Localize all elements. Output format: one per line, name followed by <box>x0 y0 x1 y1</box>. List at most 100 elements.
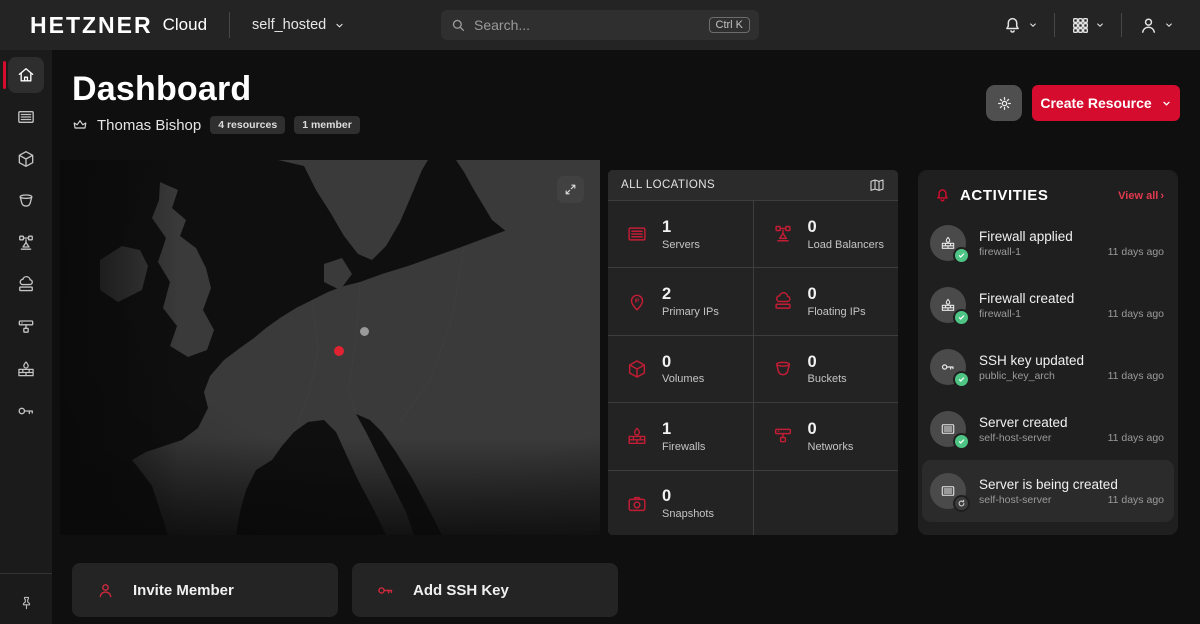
counter-label: Floating IPs <box>808 306 866 318</box>
counter-label: Networks <box>808 441 854 453</box>
server-icon <box>940 421 956 437</box>
counter-primary-ips[interactable]: IP 2Primary IPs <box>608 268 753 334</box>
activity-title: SSH key updated <box>979 353 1164 368</box>
view-all-link[interactable]: View all › <box>1118 190 1164 202</box>
global-search[interactable]: Ctrl K <box>441 10 759 40</box>
search-icon <box>450 17 466 33</box>
map-marker[interactable] <box>360 327 369 336</box>
topbar: HETZNER Cloud self_hosted Ctrl K <box>0 0 1200 50</box>
sidebar-item-ssh-keys[interactable] <box>8 393 44 429</box>
activity-target: public_key_arch <box>979 370 1055 382</box>
key-icon <box>940 359 956 375</box>
activity-item[interactable]: SSH key updated public_key_arch 11 days … <box>918 336 1178 398</box>
sidebar <box>0 50 52 624</box>
counter-value: 0 <box>808 285 866 305</box>
topbar-actions <box>992 0 1184 50</box>
chevron-down-icon <box>1028 20 1038 30</box>
counter-label: Buckets <box>808 373 847 385</box>
activities-title: ACTIVITIES <box>960 187 1049 204</box>
activity-time: 11 days ago <box>1108 432 1164 444</box>
counter-label: Servers <box>662 239 700 251</box>
key-icon <box>376 581 395 600</box>
add-ssh-key-button[interactable]: Add SSH Key <box>352 563 618 617</box>
counter-value: 0 <box>808 420 854 440</box>
sidebar-item-servers[interactable] <box>8 99 44 135</box>
apps-menu-button[interactable] <box>1061 10 1115 41</box>
activities-panel: ACTIVITIES View all › Firewall applied f… <box>918 170 1178 535</box>
snapshot-camera-icon <box>626 493 648 515</box>
counter-value: 2 <box>662 285 719 305</box>
activity-title: Firewall created <box>979 291 1164 306</box>
activities-header: ACTIVITIES View all › <box>918 170 1178 212</box>
map-expand-button[interactable] <box>557 176 584 203</box>
counter-networks[interactable]: 0Networks <box>754 403 899 469</box>
map-icon[interactable] <box>869 177 885 193</box>
sidebar-item-floating-ips[interactable] <box>8 267 44 303</box>
activity-target: firewall-1 <box>979 246 1021 258</box>
all-locations-header: ALL LOCATIONS <box>608 170 898 201</box>
in-progress-icon <box>953 495 970 512</box>
counter-servers[interactable]: 1Servers <box>608 201 753 267</box>
map-marker[interactable] <box>334 346 344 356</box>
activity-item[interactable]: Server is being created self-host-server… <box>922 460 1174 522</box>
invite-member-button[interactable]: Invite Member <box>72 563 338 617</box>
sidebar-item-home[interactable] <box>8 57 44 93</box>
hetzner-cloud-dashboard: HETZNER Cloud self_hosted Ctrl K <box>0 0 1200 624</box>
key-icon <box>16 401 36 421</box>
firewall-icon <box>940 235 956 251</box>
create-resource-button[interactable]: Create Resource <box>1032 85 1180 121</box>
sidebar-item-networks[interactable] <box>8 309 44 345</box>
account-menu-button[interactable] <box>1128 9 1184 42</box>
svg-text:IP: IP <box>635 298 640 304</box>
activity-item[interactable]: Server created self-host-server 11 days … <box>918 398 1178 460</box>
counter-label: Load Balancers <box>808 239 884 251</box>
search-input[interactable] <box>474 17 709 33</box>
expand-icon <box>564 183 577 196</box>
counter-value: 1 <box>662 420 705 440</box>
counter-snapshots[interactable]: 0Snapshots <box>608 471 753 535</box>
bucket-icon <box>772 358 794 380</box>
sidebar-item-buckets[interactable] <box>8 183 44 219</box>
bell-icon <box>934 187 951 204</box>
resource-counters-grid: 1Servers 0Load Balancers IP 2Primary IPs… <box>608 201 898 535</box>
bell-icon <box>1002 15 1023 36</box>
activity-item[interactable]: Firewall created firewall-1 11 days ago <box>918 274 1178 336</box>
counter-value: 0 <box>808 353 847 373</box>
counter-floating-ips[interactable]: 0Floating IPs <box>754 268 899 334</box>
all-locations-title: ALL LOCATIONS <box>621 179 715 191</box>
bucket-icon <box>16 191 36 211</box>
counter-buckets[interactable]: 0Buckets <box>754 336 899 402</box>
create-resource-label: Create Resource <box>1040 95 1151 111</box>
firewall-icon <box>16 359 36 379</box>
counter-volumes[interactable]: 0Volumes <box>608 336 753 402</box>
chevron-down-icon <box>1164 20 1174 30</box>
counter-label: Volumes <box>662 373 704 385</box>
chevron-down-icon <box>1161 98 1172 109</box>
chevron-down-icon <box>1095 20 1105 30</box>
project-settings-button[interactable] <box>986 85 1022 121</box>
activity-target: self-host-server <box>979 494 1051 506</box>
activity-title: Server created <box>979 415 1164 430</box>
sidebar-item-firewalls[interactable] <box>8 351 44 387</box>
counter-value: 0 <box>662 353 704 373</box>
topbar-divider <box>1121 13 1122 37</box>
europe-map-silhouette <box>60 160 600 535</box>
activity-item[interactable]: Firewall applied firewall-1 11 days ago <box>918 212 1178 274</box>
notifications-button[interactable] <box>992 9 1048 42</box>
counter-empty-cell <box>754 471 899 535</box>
hetzner-logo: HETZNER <box>30 12 153 39</box>
server-icon <box>940 483 956 499</box>
counter-firewalls[interactable]: 1Firewalls <box>608 403 753 469</box>
floating-ip-icon <box>16 275 36 295</box>
sidebar-item-volumes[interactable] <box>8 141 44 177</box>
floating-ip-icon <box>772 291 794 313</box>
activity-time: 11 days ago <box>1108 246 1164 258</box>
sidebar-pin-button[interactable] <box>0 595 52 612</box>
activity-time: 11 days ago <box>1108 494 1164 506</box>
sidebar-item-load-balancers[interactable] <box>8 225 44 261</box>
primary-ip-icon: IP <box>626 291 648 313</box>
invite-member-label: Invite Member <box>133 582 234 599</box>
project-selector[interactable]: self_hosted <box>252 17 345 33</box>
counter-load-balancers[interactable]: 0Load Balancers <box>754 201 899 267</box>
activity-target: firewall-1 <box>979 308 1021 320</box>
